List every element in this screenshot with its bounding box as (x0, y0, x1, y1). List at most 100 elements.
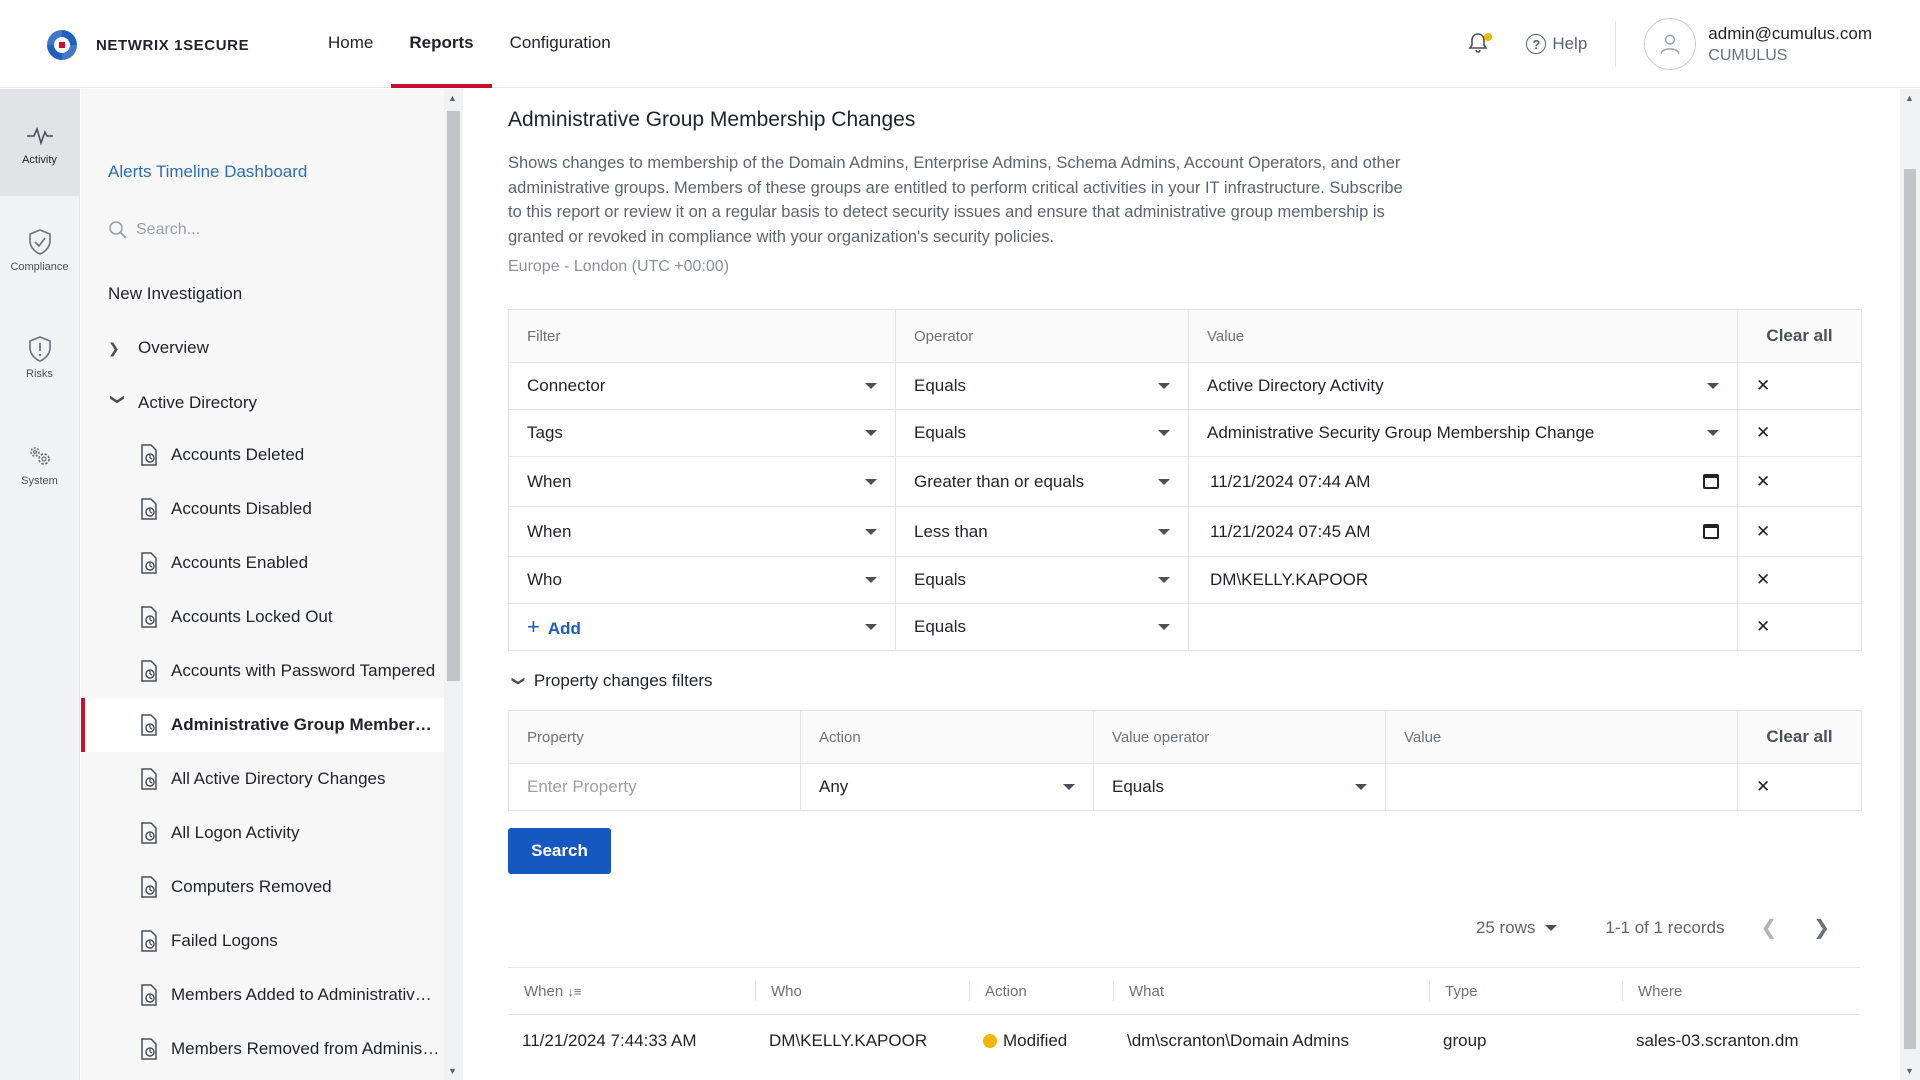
logo[interactable]: NETWRIX 1SECURE (44, 28, 249, 62)
user-info[interactable]: admin@cumulus.com CUMULUS (1708, 24, 1872, 65)
scroll-up-arrow-icon[interactable]: ▲ (1905, 93, 1914, 103)
sidebar-report-item[interactable]: Members Added to Administrative ... (81, 968, 444, 1022)
property-changes-filters-toggle[interactable]: ❯ Property changes filters (511, 671, 712, 691)
dropdown-caret-icon (1355, 784, 1367, 790)
filter-select[interactable]: Who (508, 556, 896, 604)
user-avatar-icon[interactable] (1644, 18, 1697, 70)
chevron-down-icon: ❯ (110, 393, 127, 405)
sidebar-report-item[interactable]: Accounts Locked Out (81, 590, 444, 644)
remove-row-close-icon[interactable]: ✕ (1737, 456, 1862, 507)
scroll-up-arrow-icon[interactable]: ▲ (448, 93, 457, 103)
value-select[interactable]: Administrative Security Group Membership… (1188, 409, 1738, 457)
new-investigation-link[interactable]: New Investigation (108, 284, 242, 304)
question-icon: ? (1526, 34, 1547, 54)
filter-row: Tags Equals Administrative Security Group … (508, 409, 1862, 457)
add-filter-row: + Add Equals ✕ (508, 603, 1862, 651)
column-header-when[interactable]: When ↓≡ (508, 967, 755, 1015)
operator-select[interactable]: Equals (895, 603, 1189, 651)
add-label: Add (547, 619, 581, 638)
clear-all-button[interactable]: Clear all (1737, 710, 1862, 764)
datetime-input[interactable]: 11/21/2024 07:44 AM (1188, 456, 1738, 507)
sidebar-report-item[interactable]: Members Removed from Administr... (81, 1022, 444, 1076)
add-filter-button[interactable]: + Add (527, 614, 581, 640)
operator-select[interactable]: Equals (895, 362, 1189, 410)
sidebar-report-item[interactable]: Accounts Deleted (81, 428, 444, 482)
column-header-action[interactable]: Action (969, 967, 1113, 1015)
user-email: admin@cumulus.com (1708, 23, 1872, 43)
clear-all-button[interactable]: Clear all (1737, 309, 1862, 363)
rail-compliance[interactable]: Compliance (0, 196, 79, 303)
rail-activity[interactable]: Activity (0, 89, 79, 196)
sidebar-group-active-directory[interactable]: ❯ Active Directory (108, 393, 258, 413)
column-header-who[interactable]: Who (755, 967, 969, 1015)
remove-row-close-icon[interactable]: ✕ (1737, 506, 1862, 557)
remove-row-close-icon[interactable]: ✕ (1737, 409, 1862, 457)
value-operator-select[interactable]: Equals (1093, 763, 1386, 811)
timezone-label: Europe - London (UTC +00:00) (508, 258, 730, 275)
sidebar-report-item[interactable]: Failed Logons (81, 914, 444, 968)
sidebar-search-input[interactable]: Search... (108, 215, 408, 245)
sidebar-report-item[interactable]: Accounts Enabled (81, 536, 444, 590)
value-input[interactable]: DM\KELLY.KAPOOR (1188, 556, 1738, 604)
scrollbar-thumb[interactable] (447, 111, 460, 681)
modified-status-dot (983, 1034, 997, 1049)
remove-row-close-icon[interactable]: ✕ (1737, 763, 1862, 811)
calendar-icon[interactable] (1703, 524, 1719, 539)
remove-row-close-icon[interactable]: ✕ (1737, 362, 1862, 410)
nav-configuration[interactable]: Configuration (492, 0, 629, 88)
column-header-type[interactable]: Type (1429, 967, 1622, 1015)
filter-select[interactable]: Connector (508, 362, 896, 410)
notifications-bell-icon[interactable] (1466, 31, 1493, 57)
value-text: 11/21/2024 07:45 AM (1210, 521, 1371, 541)
filter-select[interactable]: When (508, 456, 896, 507)
scroll-down-arrow-icon[interactable]: ▼ (1905, 1066, 1914, 1076)
calendar-icon[interactable] (1703, 474, 1719, 489)
sidebar-report-item[interactable]: Accounts with Password Tampered (81, 644, 444, 698)
table-row[interactable]: 11/21/2024 7:44:33 AM DM\KELLY.KAPOOR Mo… (508, 1015, 1860, 1068)
column-header-where[interactable]: Where (1622, 967, 1860, 1015)
sidebar-report-item[interactable]: All Active Directory Changes (81, 752, 444, 806)
alerts-timeline-dashboard-link[interactable]: Alerts Timeline Dashboard (108, 162, 307, 182)
value-select[interactable]: Active Directory Activity (1188, 362, 1738, 410)
operator-select[interactable]: Less than (895, 506, 1189, 557)
operator-select[interactable]: Equals (895, 556, 1189, 604)
sidebar-item-label: All Logon Activity (171, 823, 300, 842)
next-page-chevron-right-icon[interactable]: ❯ (1813, 915, 1830, 940)
sidebar-report-item[interactable]: All Logon Activity (81, 806, 444, 860)
cell-when: 11/21/2024 7:44:33 AM (522, 1031, 697, 1051)
rail-system[interactable]: System (0, 410, 79, 517)
filter-select[interactable]: When (508, 506, 896, 557)
property-input[interactable]: Enter Property (508, 763, 801, 811)
property-value-input[interactable] (1385, 763, 1738, 811)
rail-risks[interactable]: Risks (0, 303, 79, 410)
column-header-what[interactable]: What (1113, 967, 1429, 1015)
nav-home[interactable]: Home (310, 0, 391, 88)
main-scrollbar[interactable]: ▲ ▼ (1900, 89, 1920, 1080)
sidebar-group-overview[interactable]: ❯ Overview (108, 338, 209, 358)
sidebar-report-item[interactable]: Accounts Disabled (81, 482, 444, 536)
filter-select[interactable]: Tags (508, 409, 896, 457)
sidebar-scrollbar[interactable]: ▲ ▼ (444, 89, 463, 1080)
operator-select[interactable]: Greater than or equals (895, 456, 1189, 507)
sidebar-report-item[interactable]: Administrative Group Membershi... (81, 698, 444, 752)
add-filter-select[interactable]: + Add (508, 603, 896, 651)
search-button[interactable]: Search (508, 828, 611, 874)
operator-select[interactable]: Equals (895, 409, 1189, 457)
value-input[interactable] (1188, 603, 1738, 651)
scroll-down-arrow-icon[interactable]: ▼ (448, 1066, 457, 1076)
prev-page-chevron-left-icon[interactable]: ❮ (1760, 915, 1777, 940)
action-header: Action (800, 710, 1094, 764)
nav-reports[interactable]: Reports (391, 0, 492, 88)
remove-row-close-icon[interactable]: ✕ (1737, 556, 1862, 604)
remove-row-close-icon[interactable]: ✕ (1737, 603, 1862, 651)
chevron-down-icon: ❯ (511, 675, 527, 687)
action-select[interactable]: Any (800, 763, 1094, 811)
help-link[interactable]: ? Help (1526, 34, 1587, 54)
sidebar-report-item[interactable]: Computers Removed (81, 860, 444, 914)
filter-text: When (527, 521, 572, 541)
operator-text: Equals (914, 423, 966, 442)
report-file-icon (141, 930, 157, 952)
rows-per-page-select[interactable]: 25 rows (1476, 918, 1558, 938)
datetime-input[interactable]: 11/21/2024 07:45 AM (1188, 506, 1738, 557)
scrollbar-thumb[interactable] (1904, 169, 1916, 1049)
